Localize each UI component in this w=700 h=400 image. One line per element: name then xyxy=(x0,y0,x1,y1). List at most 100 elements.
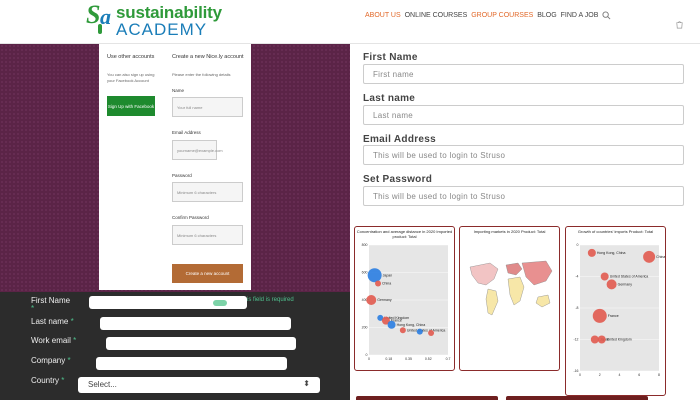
password-input[interactable]: Minimum 6 characters xyxy=(172,182,243,202)
create-account-button[interactable]: Create a new account xyxy=(172,264,243,283)
scatter-chart-concentration: 02004006008000 0.18 0.35 0.52 0.7GermanyJapa… xyxy=(362,243,451,361)
data-point xyxy=(416,328,423,335)
confirm-password-input[interactable]: Minimum 6 characters xyxy=(172,225,243,245)
nav-blog[interactable]: BLOG xyxy=(537,12,556,19)
x-tick-label: 0 xyxy=(579,373,581,377)
create-account-text: Please enter the following details xyxy=(172,72,231,77)
rf-last-name-label: Last name xyxy=(363,93,416,104)
point-label: Hong Kong, China xyxy=(597,251,626,255)
data-point xyxy=(587,248,596,257)
dark-work-email-input[interactable] xyxy=(106,337,296,350)
point-label: United Kingdom xyxy=(607,338,632,342)
country-label: Country * xyxy=(31,376,65,385)
data-point xyxy=(600,272,609,281)
y-tick-label: -12 xyxy=(573,338,578,342)
rf-password-input[interactable]: This will be used to login to Struso xyxy=(363,186,684,206)
point-label: United States of America xyxy=(407,328,446,332)
scatter-chart-growth: -16 -12 -8 -4 0 0 2 4 6 8 Hong Kong, China China Uni… xyxy=(573,243,665,377)
select-arrow-icon: ⬍ xyxy=(303,379,310,388)
chart-title: Importing markets in 2020 Product: Total xyxy=(473,229,546,234)
point-label: United States of America xyxy=(610,275,649,279)
data-point xyxy=(367,268,382,283)
dark-last-name-input[interactable] xyxy=(100,317,291,330)
point-label: Germany xyxy=(618,282,633,286)
rf-email-label: Email Address xyxy=(363,134,437,145)
search-icon[interactable] xyxy=(602,11,611,20)
x-tick-label: 8 xyxy=(658,373,660,377)
y-tick-label: 800 xyxy=(362,243,368,247)
x-tick-label: 4 xyxy=(619,373,621,377)
country-select[interactable]: Select... ⬍ xyxy=(78,377,320,393)
data-point xyxy=(606,279,617,290)
last-name-label: Last name * xyxy=(31,317,74,326)
chart-card-map: Importing markets in 2020 Product: Total xyxy=(459,226,560,371)
chart-title: Concentration and average distance in 20… xyxy=(356,229,453,239)
other-accounts-title: Use other accounts xyxy=(107,54,155,60)
nav-about-us[interactable]: ABOUT US xyxy=(365,12,401,19)
nav-find-a-job[interactable]: FIND A JOB xyxy=(561,12,599,19)
x-tick-label: 0.7 xyxy=(446,357,451,361)
data-point xyxy=(643,250,656,263)
rf-first-name-input[interactable]: First name xyxy=(363,64,684,84)
site-header: Sa sustainability ACADEMY ABOUT US ONLIN… xyxy=(0,0,700,44)
y-tick-label: 600 xyxy=(362,271,368,275)
chart-title: Growth of countries' imports Product: To… xyxy=(577,229,654,234)
first-name-label: First Name * xyxy=(31,296,71,313)
logo[interactable]: Sa sustainability ACADEMY xyxy=(84,0,224,39)
nav-group-courses[interactable]: GROUP COURSES xyxy=(471,12,533,19)
cart-icon[interactable] xyxy=(675,20,684,29)
page: Sa sustainability ACADEMY ABOUT US ONLIN… xyxy=(0,0,700,400)
x-tick-label: 6 xyxy=(638,373,640,377)
validation-indicator xyxy=(213,300,227,306)
rf-email-input[interactable]: This will be used to login to Struso xyxy=(363,145,684,165)
data-point xyxy=(590,335,599,344)
create-account-title: Create a new Nice.ly account xyxy=(172,54,244,60)
chart-card-growth: Growth of countries' imports Product: To… xyxy=(565,226,666,396)
facebook-signup-button[interactable]: Sign Up with Facebook xyxy=(107,96,155,116)
rf-password-label: Set Password xyxy=(363,174,433,185)
point-label: Hong Kong, China xyxy=(397,323,426,327)
point-label: China xyxy=(382,282,391,286)
x-tick-label: 0 xyxy=(368,357,370,361)
data-point xyxy=(597,335,606,344)
work-email-label: Work email * xyxy=(31,336,77,345)
right-signup-form: First Name First name Last name Last nam… xyxy=(350,44,700,220)
password-label: Password xyxy=(172,173,192,178)
other-accounts-text: You can also sign up using your Facebook… xyxy=(107,72,155,83)
name-label: Name xyxy=(172,88,185,93)
chart-card-concentration: Concentration and average distance in 20… xyxy=(354,226,455,371)
world-map xyxy=(464,255,556,325)
logo-mark: Sa xyxy=(84,0,120,36)
y-tick-label: -16 xyxy=(573,369,578,373)
required-hint: is field is required xyxy=(247,297,294,303)
data-point xyxy=(399,327,406,334)
rf-last-name-input[interactable]: Last name xyxy=(363,105,684,125)
point-label: Japan xyxy=(383,273,393,277)
y-tick-label: 0 xyxy=(577,243,579,247)
dark-company-input[interactable] xyxy=(96,357,287,370)
nav-online-courses[interactable]: ONLINE COURSES xyxy=(405,12,468,19)
rf-first-name-label: First Name xyxy=(363,52,418,63)
signup-card: Use other accounts You can also sign up … xyxy=(99,44,251,290)
data-point xyxy=(387,320,396,329)
data-point xyxy=(592,308,607,323)
bottom-button-left[interactable] xyxy=(356,396,498,400)
email-input[interactable]: yourname@example.com xyxy=(172,140,223,160)
y-tick-label: -8 xyxy=(575,306,578,310)
y-tick-label: 200 xyxy=(362,326,368,330)
x-tick-label: 2 xyxy=(599,373,601,377)
x-tick-label: 0.18 xyxy=(385,357,392,361)
confirm-password-label: Confirm Password xyxy=(172,215,209,220)
email-label: Email Address xyxy=(172,130,201,135)
point-label: China xyxy=(656,255,665,259)
bottom-button-right[interactable] xyxy=(506,396,648,400)
point-label: Germany xyxy=(377,298,392,302)
logo-text-bottom: ACADEMY xyxy=(116,20,208,39)
data-point xyxy=(428,330,435,336)
data-point xyxy=(375,280,382,287)
data-point xyxy=(366,295,377,305)
y-tick-label: -4 xyxy=(575,275,578,279)
x-tick-label: 0.35 xyxy=(405,357,412,361)
name-input[interactable]: Your full name xyxy=(172,97,243,117)
x-tick-label: 0.52 xyxy=(425,357,432,361)
